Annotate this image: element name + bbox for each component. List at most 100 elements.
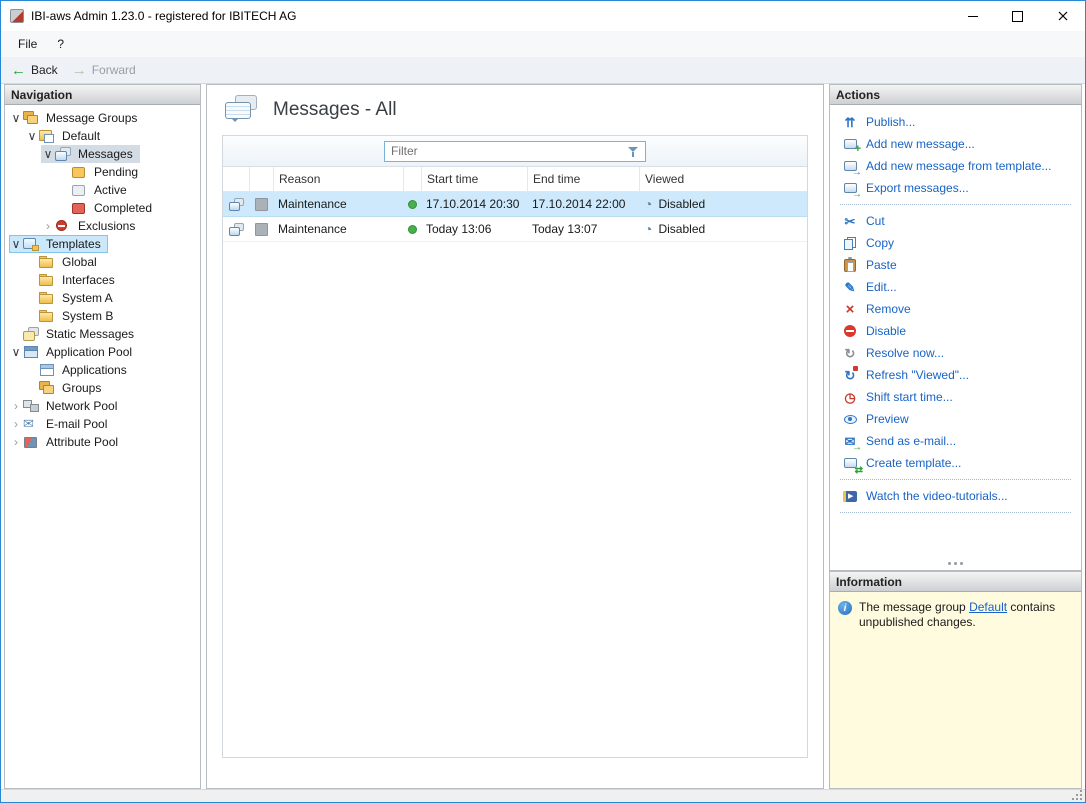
action-refresh-viewed[interactable]: ↻ Refresh "Viewed"...	[830, 364, 1081, 386]
sidebar-item-global[interactable]: › Global	[25, 253, 104, 271]
message-row-icon	[229, 223, 244, 236]
sidebar-item-pending[interactable]: › Pending	[57, 163, 145, 181]
filter-input[interactable]	[384, 141, 646, 162]
toolbar: ← Back → Forward	[1, 57, 1085, 84]
messages-header-icon	[223, 95, 259, 125]
default-group-link[interactable]: Default	[969, 600, 1007, 614]
sidebar-item-message-groups[interactable]: ∨ Message Groups	[9, 109, 144, 127]
table-row[interactable]: Maintenance 17.10.2014 20:30 17.10.2014 …	[223, 192, 807, 217]
chevron-down-icon[interactable]: ∨	[9, 238, 23, 250]
info-icon	[838, 601, 852, 615]
table-empty-area	[223, 242, 807, 757]
information-panel: Information The message group Default co…	[829, 571, 1082, 789]
viewed-disabled-icon: ◔	[644, 222, 652, 236]
column-state-icon[interactable]	[249, 167, 273, 191]
sidebar-item-completed[interactable]: › Completed	[57, 199, 159, 217]
action-cut[interactable]: ✂ Cut	[830, 210, 1081, 232]
action-add-new-message[interactable]: + Add new message...	[830, 133, 1081, 155]
forward-button[interactable]: → Forward	[72, 63, 136, 78]
column-message-icon[interactable]	[223, 167, 249, 191]
chevron-right-icon[interactable]: ›	[9, 400, 23, 412]
status-dot-icon	[408, 200, 417, 209]
sidebar-item-attribute-pool[interactable]: › Attribute Pool	[9, 433, 125, 451]
maximize-button[interactable]	[995, 1, 1040, 31]
column-reason[interactable]: Reason	[273, 167, 403, 191]
add-message-icon: +	[842, 137, 858, 152]
column-viewed[interactable]: Viewed	[639, 167, 807, 191]
messages-panel: Messages - All Reason Start time End tim…	[206, 84, 824, 789]
action-export-messages[interactable]: → Export messages...	[830, 177, 1081, 199]
sidebar-item-messages[interactable]: ∨ Messages	[41, 145, 140, 163]
back-button[interactable]: ← Back	[11, 63, 58, 78]
action-edit[interactable]: ✎ Edit...	[830, 276, 1081, 298]
action-video-tutorials[interactable]: Watch the video-tutorials...	[830, 485, 1081, 507]
shift-time-icon: ◷	[842, 390, 858, 405]
action-shift-start-time[interactable]: ◷ Shift start time...	[830, 386, 1081, 408]
action-disable[interactable]: Disable	[830, 320, 1081, 342]
action-publish[interactable]: ⇈ Publish...	[830, 111, 1081, 133]
sidebar-item-system-b[interactable]: › System B	[25, 307, 120, 325]
menu-file[interactable]: File	[9, 34, 46, 54]
actions-header: Actions	[830, 85, 1081, 105]
applications-icon	[39, 363, 55, 377]
cell-viewed: Disabled	[658, 197, 705, 211]
groups-icon	[39, 381, 55, 395]
action-resolve-now[interactable]: ↻ Resolve now...	[830, 342, 1081, 364]
forward-label: Forward	[92, 63, 136, 77]
cell-reason: Maintenance	[273, 222, 403, 236]
resize-grip[interactable]	[1072, 790, 1082, 800]
action-paste[interactable]: Paste	[830, 254, 1081, 276]
chevron-down-icon[interactable]: ∨	[9, 112, 23, 124]
action-remove[interactable]: × Remove	[830, 298, 1081, 320]
column-start-time[interactable]: Start time	[421, 167, 527, 191]
sidebar-item-exclusions[interactable]: › Exclusions	[41, 217, 142, 235]
sidebar-item-active[interactable]: › Active	[57, 181, 134, 199]
maximize-icon	[1012, 11, 1023, 22]
sidebar-item-system-a[interactable]: › System A	[25, 289, 120, 307]
right-column: Actions ⇈ Publish... + Add new message..…	[829, 84, 1082, 789]
sidebar-item-groups[interactable]: › Groups	[25, 379, 108, 397]
filter-icon[interactable]	[628, 146, 640, 158]
chevron-down-icon[interactable]: ∨	[25, 130, 39, 142]
chevron-down-icon[interactable]: ∨	[41, 148, 55, 160]
sidebar-item-templates[interactable]: ∨ Templates	[9, 235, 108, 253]
action-add-from-template[interactable]: → Add new message from template...	[830, 155, 1081, 177]
filter-box	[384, 141, 646, 162]
exclusions-icon	[55, 219, 71, 233]
sidebar-item-email-pool[interactable]: › E-mail Pool	[9, 415, 114, 433]
column-end-time[interactable]: End time	[527, 167, 639, 191]
actions-panel: Actions ⇈ Publish... + Add new message..…	[829, 84, 1082, 571]
minimize-button[interactable]	[950, 1, 995, 31]
sidebar-item-application-pool[interactable]: ∨ Application Pool	[9, 343, 139, 361]
sidebar-item-applications[interactable]: › Applications	[25, 361, 134, 379]
remove-icon: ×	[842, 302, 858, 317]
actions-separator	[840, 512, 1071, 513]
send-email-icon: ✉→	[842, 434, 858, 449]
splitter-handle[interactable]	[830, 557, 1081, 570]
action-copy[interactable]: Copy	[830, 232, 1081, 254]
sidebar-item-static-messages[interactable]: › Static Messages	[9, 325, 141, 343]
chevron-right-icon[interactable]: ›	[9, 436, 23, 448]
chevron-right-icon[interactable]: ›	[9, 418, 23, 430]
column-status[interactable]	[403, 167, 421, 191]
close-button[interactable]	[1040, 1, 1085, 31]
viewed-disabled-icon: ◔	[644, 197, 652, 211]
sidebar-item-interfaces[interactable]: › Interfaces	[25, 271, 122, 289]
menu-help[interactable]: ?	[48, 34, 73, 54]
action-create-template[interactable]: ⇄ Create template...	[830, 452, 1081, 474]
page-header: Messages - All	[207, 85, 823, 135]
sidebar-item-label: Attribute Pool	[43, 434, 121, 450]
table-row[interactable]: Maintenance Today 13:06 Today 13:07 ◔Dis…	[223, 217, 807, 242]
chevron-down-icon[interactable]: ∨	[9, 346, 23, 358]
chevron-right-icon[interactable]: ›	[41, 220, 55, 232]
sidebar-item-label: Completed	[91, 200, 155, 216]
messages-icon	[55, 147, 71, 161]
action-send-as-email[interactable]: ✉→ Send as e-mail...	[830, 430, 1081, 452]
action-preview[interactable]: Preview	[830, 408, 1081, 430]
sidebar-item-network-pool[interactable]: › Network Pool	[9, 397, 124, 415]
sidebar-item-default[interactable]: ∨ Default	[25, 127, 107, 145]
sidebar-item-label: Applications	[59, 362, 130, 378]
sidebar-item-label: Global	[59, 254, 100, 270]
active-icon	[71, 183, 87, 197]
sidebar-item-label: Templates	[43, 236, 104, 252]
